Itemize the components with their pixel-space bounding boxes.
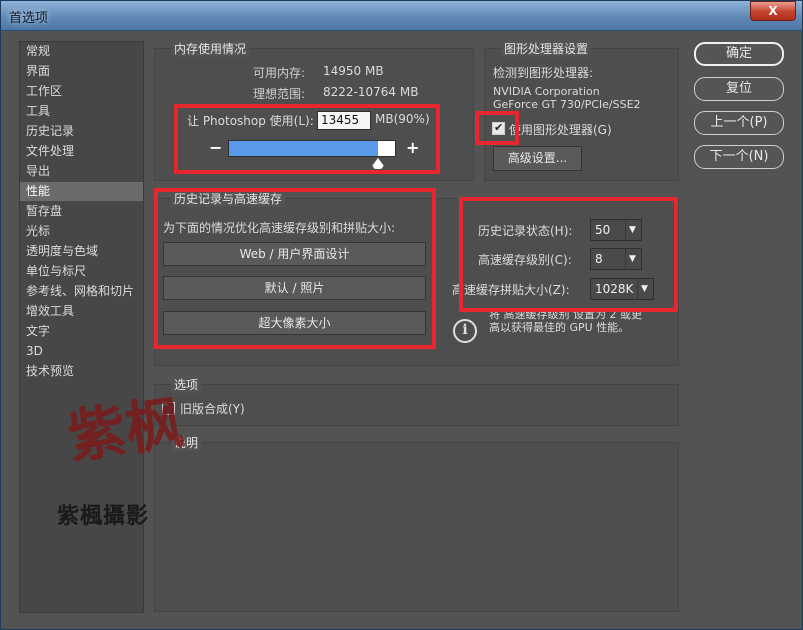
advanced-settings-button[interactable]: 高级设置... <box>493 146 582 171</box>
title-bar[interactable]: 首选项 X <box>1 1 802 31</box>
gpu-detected-label: 检测到图形处理器: <box>493 66 594 80</box>
highlight-cache-presets-box <box>154 188 436 349</box>
legacy-compositing-label: 旧版合成(Y) <box>180 402 245 416</box>
gpu-model: GeForce GT 730/PCIe/SSE2 <box>493 98 641 111</box>
sidebar-item-guides[interactable]: 参考线、网格和切片 <box>20 282 143 301</box>
preferences-window: 首选项 X 常规 界面 工作区 工具 历史记录 文件处理 导出 性能 暂存盘 光… <box>0 0 803 630</box>
highlight-memory-box <box>174 104 440 174</box>
sidebar-item-3d[interactable]: 3D <box>20 342 143 361</box>
gpu-settings-title: 图形处理器设置 <box>501 40 592 57</box>
use-gpu-label: 使用图形处理器(G) <box>509 123 612 137</box>
sidebar-item-plugins[interactable]: 增效工具 <box>20 302 143 321</box>
sidebar-item-history[interactable]: 历史记录 <box>20 122 143 141</box>
ideal-range-label: 理想范围: <box>253 87 306 101</box>
sidebar-item-workspace[interactable]: 工作区 <box>20 82 143 101</box>
sidebar-item-tech-previews[interactable]: 技术预览 <box>20 362 143 381</box>
sidebar-item-type[interactable]: 文字 <box>20 322 143 341</box>
available-memory-label: 可用内存: <box>253 66 306 80</box>
info-text-line2: 高以获得最佳的 GPU 性能。 <box>489 321 630 334</box>
window-title: 首选项 <box>9 11 49 26</box>
sidebar-item-transparency[interactable]: 透明度与色域 <box>20 242 143 261</box>
watermark-calligraphy: 紫枫 <box>63 388 188 472</box>
description-group <box>154 442 679 612</box>
sidebar-item-general[interactable]: 常规 <box>20 42 143 61</box>
info-icon: i <box>453 319 477 343</box>
highlight-gpu-checkbox-box <box>475 111 519 145</box>
ideal-range-value: 8222-10764 MB <box>323 85 419 99</box>
gpu-vendor: NVIDIA Corporation <box>493 85 600 98</box>
watermark-signature: 紫楓攝影 <box>57 503 150 529</box>
sidebar-item-export[interactable]: 导出 <box>20 162 143 181</box>
sidebar-item-file-handling[interactable]: 文件处理 <box>20 142 143 161</box>
sidebar-item-scratch-disks[interactable]: 暂存盘 <box>20 202 143 221</box>
sidebar-item-interface[interactable]: 界面 <box>20 62 143 81</box>
close-button[interactable]: X <box>750 1 796 21</box>
highlight-cache-settings-box <box>459 197 678 312</box>
ok-button[interactable]: 确定 <box>694 42 784 66</box>
sidebar-item-performance[interactable]: 性能 <box>20 182 143 201</box>
next-button[interactable]: 下一个(N) <box>694 145 784 169</box>
previous-button[interactable]: 上一个(P) <box>694 111 784 135</box>
reset-button[interactable]: 复位 <box>694 77 784 101</box>
memory-usage-title: 内存使用情况 <box>171 40 250 57</box>
available-memory-value: 14950 MB <box>323 64 384 78</box>
sidebar-item-units[interactable]: 单位与标尺 <box>20 262 143 281</box>
sidebar-item-tools[interactable]: 工具 <box>20 102 143 121</box>
sidebar-item-cursors[interactable]: 光标 <box>20 222 143 241</box>
